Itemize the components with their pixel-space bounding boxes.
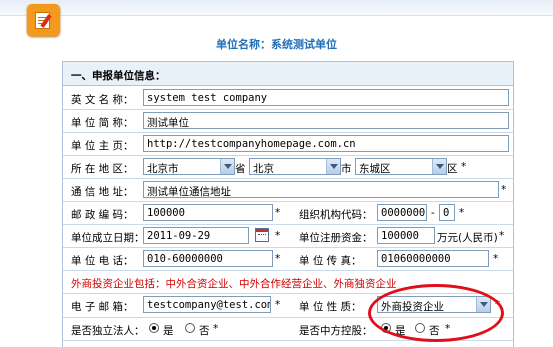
independent-legal-yes-radio[interactable] xyxy=(149,323,159,333)
english-name-input[interactable]: system test company xyxy=(143,89,509,106)
homepage-label: 单 位 主 页： xyxy=(71,140,134,152)
required-mark: * xyxy=(461,161,467,173)
founded-date-input[interactable]: 2011-09-29 xyxy=(143,227,249,244)
unit-name-title: 单位名称：系统测试单位 xyxy=(216,38,337,51)
city-select[interactable]: 北京 xyxy=(249,158,341,175)
short-name-label: 单 位 简 称： xyxy=(71,117,134,129)
chevron-down-icon[interactable] xyxy=(432,159,446,174)
org-code-check-input[interactable]: 0 xyxy=(439,204,455,221)
email-input[interactable]: testcompany@test.com xyxy=(143,296,271,313)
capital-input[interactable]: 100000 xyxy=(377,227,435,244)
independent-legal-no-radio[interactable] xyxy=(185,323,195,333)
row-short-name: 单 位 简 称： 测试单位 xyxy=(63,110,513,133)
city-suffix: 市 xyxy=(341,163,352,175)
province-suffix: 省 xyxy=(235,163,246,175)
region-label: 所 在 地 区： xyxy=(71,163,134,175)
foreign-investment-note: 外商投资企业包括：中外合资企业、中外合作经营企业、外商独资企业 xyxy=(71,278,397,290)
highlight-ellipse xyxy=(368,284,504,342)
independent-legal-no-label: 否 xyxy=(199,325,210,337)
required-mark: * xyxy=(501,184,507,196)
address-label: 通 信 地 址： xyxy=(71,186,134,198)
row-postcode-orgcode: 邮 政 编 码： 100000 * 组织机构代码： 0000000 - 0 * xyxy=(63,202,513,225)
district-suffix: 区 xyxy=(447,163,458,175)
fax-label: 单 位 传 真： xyxy=(299,255,362,267)
postcode-label: 邮 政 编 码： xyxy=(71,209,134,221)
email-label: 电 子 邮 箱： xyxy=(71,301,134,313)
capital-unit: 万元(人民币) xyxy=(437,232,498,244)
founded-label: 单位成立日期： xyxy=(71,232,145,244)
city-value: 北京 xyxy=(253,163,274,175)
required-mark: * xyxy=(499,230,505,242)
homepage-input[interactable]: http://testcompanyhomepage.com.cn xyxy=(143,135,509,152)
required-mark: * xyxy=(275,207,281,219)
org-code-dash: - xyxy=(431,207,435,219)
row-region: 所 在 地 区： 北京市 省 北京 市 东城区 区 * xyxy=(63,156,513,179)
row-address: 通 信 地 址： 测试单位通信地址 * xyxy=(63,179,513,202)
phone-input[interactable]: 010-60000000 xyxy=(143,250,273,267)
required-mark: * xyxy=(493,253,499,265)
row-english-name: 英 文 名 称： system test company xyxy=(63,87,513,110)
chevron-down-icon[interactable] xyxy=(220,159,234,174)
notepad-pen-icon xyxy=(27,4,60,36)
short-name-input[interactable]: 测试单位 xyxy=(143,112,509,129)
district-value: 东城区 xyxy=(359,163,391,175)
capital-label: 单位注册资金： xyxy=(299,232,373,244)
required-mark: * xyxy=(275,299,281,311)
row-founded-capital: 单位成立日期： 2011-09-29 * 单位注册资金： 100000 万元(人… xyxy=(63,225,513,248)
district-select[interactable]: 东城区 xyxy=(355,158,447,175)
chevron-down-icon[interactable] xyxy=(326,159,340,174)
row-phone-fax: 单 位 电 话： 010-60000000 * 单 位 传 真： 0106000… xyxy=(63,248,513,271)
calendar-icon[interactable] xyxy=(255,228,269,242)
required-mark: * xyxy=(459,207,465,219)
nature-label: 单 位 性 质： xyxy=(299,301,362,313)
section-header: 一、申报单位信息： xyxy=(63,62,513,86)
required-mark: * xyxy=(213,323,219,335)
postcode-input[interactable]: 100000 xyxy=(143,204,273,221)
row-homepage: 单 位 主 页： http://testcompanyhomepage.com.… xyxy=(63,133,513,156)
english-name-label: 英 文 名 称： xyxy=(71,94,134,106)
independent-legal-label: 是否独立法人： xyxy=(71,325,145,337)
required-mark: * xyxy=(275,230,281,242)
phone-label: 单 位 电 话： xyxy=(71,255,134,267)
required-mark: * xyxy=(275,253,281,265)
fax-input[interactable]: 01060000000 xyxy=(377,250,489,267)
org-code-label: 组织机构代码： xyxy=(299,209,373,221)
top-bar xyxy=(0,0,553,16)
address-input[interactable]: 测试单位通信地址 xyxy=(143,181,499,198)
province-value: 北京市 xyxy=(147,163,179,175)
org-code-input[interactable]: 0000000 xyxy=(377,204,427,221)
independent-legal-yes-label: 是 xyxy=(163,325,174,337)
province-select[interactable]: 北京市 xyxy=(143,158,235,175)
chinese-control-label: 是否中方控股： xyxy=(299,325,373,337)
